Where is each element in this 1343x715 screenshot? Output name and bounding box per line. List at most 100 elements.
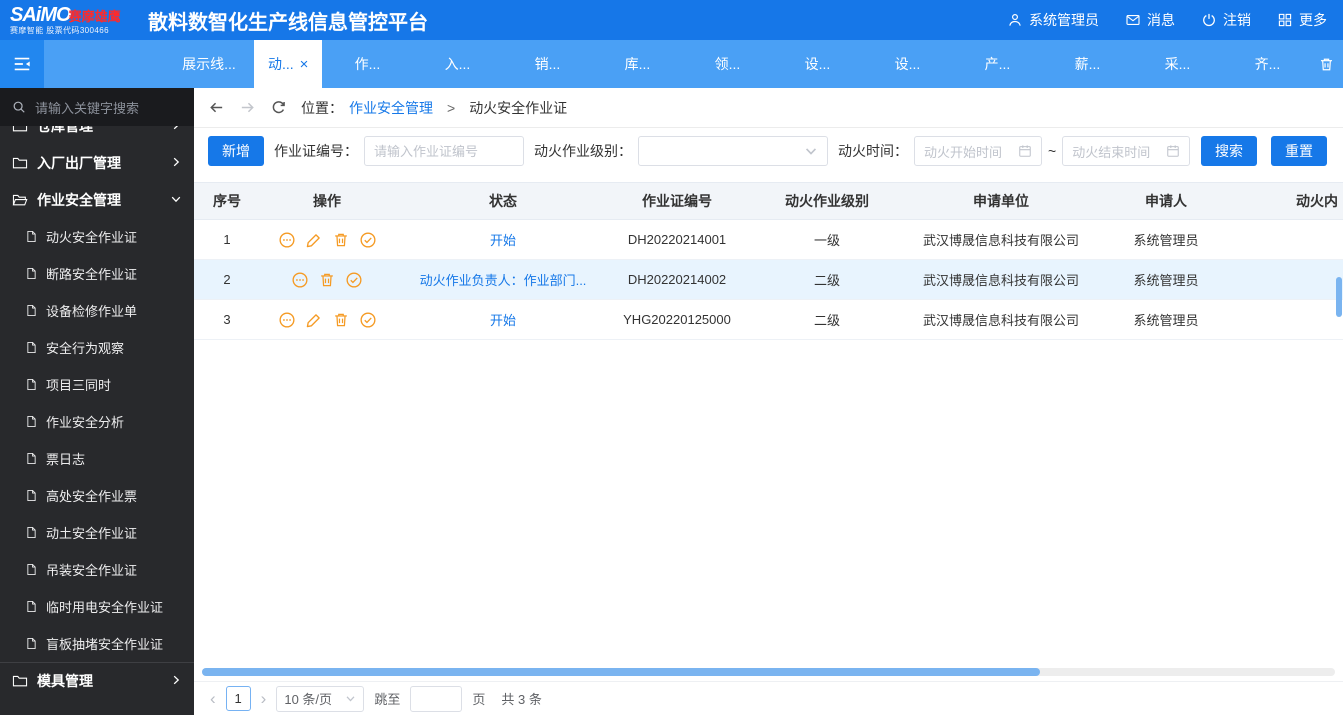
next-page-icon[interactable]: › bbox=[261, 690, 267, 707]
more-icon[interactable] bbox=[291, 271, 309, 289]
status-link[interactable]: 开始 bbox=[490, 310, 516, 329]
sidebar-item[interactable]: 盲板抽堵安全作业证 bbox=[0, 625, 194, 662]
status-link[interactable]: 动火作业负责人：作业部门... bbox=[420, 270, 587, 289]
sidebar-item[interactable]: 高处安全作业票 bbox=[0, 477, 194, 514]
back-icon[interactable] bbox=[208, 99, 225, 116]
end-time-placeholder: 动火结束时间 bbox=[1072, 144, 1151, 160]
data-table: 序号 操作 状态 作业证编号 动火作业级别 申请单位 申请人 动火内 1 开始 DH2022021… bbox=[194, 174, 1343, 681]
column-header: 作业证编号 bbox=[642, 193, 712, 209]
collapse-sidebar-button[interactable] bbox=[0, 40, 44, 88]
sidebar-item[interactable]: 动土安全作业证 bbox=[0, 514, 194, 551]
close-all-tabs-icon[interactable] bbox=[1318, 40, 1335, 88]
more-menu[interactable]: 更多 bbox=[1277, 10, 1327, 30]
logout-button[interactable]: 注销 bbox=[1201, 10, 1251, 30]
reset-button[interactable]: 重置 bbox=[1271, 136, 1327, 166]
breadcrumb-parent-link[interactable]: 作业安全管理 bbox=[349, 98, 433, 118]
folder-icon bbox=[12, 674, 28, 688]
cell-status: 开始 bbox=[394, 300, 612, 339]
cell-extra bbox=[1242, 260, 1343, 299]
approve-icon[interactable] bbox=[359, 311, 377, 329]
messages-button[interactable]: 消息 bbox=[1125, 10, 1175, 30]
start-time-input[interactable]: 动火开始时间 bbox=[914, 136, 1042, 166]
sidebar-item[interactable]: 设备检修作业单 bbox=[0, 292, 194, 329]
sidebar-item[interactable]: 断路安全作业证 bbox=[0, 255, 194, 292]
sidebar-item[interactable]: 项目三同时 bbox=[0, 366, 194, 403]
cert-no-input[interactable] bbox=[364, 136, 524, 166]
document-icon bbox=[25, 637, 38, 650]
breadcrumb-prefix: 位置： bbox=[301, 99, 343, 116]
more-icon[interactable] bbox=[278, 311, 296, 329]
edit-icon[interactable] bbox=[305, 231, 323, 249]
menu-label: 设备检修作业单 bbox=[46, 304, 138, 319]
vertical-scrollbar-thumb[interactable] bbox=[1336, 277, 1342, 317]
sidebar-group[interactable]: 作业安全管理 bbox=[0, 181, 194, 218]
tab-label: 设... bbox=[804, 56, 831, 72]
search-button[interactable]: 搜索 bbox=[1201, 136, 1257, 166]
delete-icon[interactable] bbox=[332, 311, 350, 329]
column-header: 动火作业级别 bbox=[785, 193, 869, 209]
tab-item[interactable]: 产... bbox=[952, 40, 1042, 88]
refresh-icon[interactable] bbox=[270, 99, 287, 116]
sidebar-group[interactable]: 仓库管理 bbox=[0, 126, 194, 144]
tab-item[interactable]: 齐... bbox=[1222, 40, 1312, 88]
sidebar-item[interactable]: 吊装安全作业证 bbox=[0, 551, 194, 588]
edit-icon[interactable] bbox=[305, 311, 323, 329]
tab-label: 库... bbox=[624, 56, 651, 72]
menu-label: 吊装安全作业证 bbox=[46, 563, 138, 578]
tab-close-icon[interactable]: × bbox=[300, 57, 309, 72]
tab-item[interactable]: 库... bbox=[592, 40, 682, 88]
folder-open-icon bbox=[12, 193, 28, 207]
tab-item[interactable]: 领... bbox=[682, 40, 772, 88]
cell-extra bbox=[1242, 300, 1343, 339]
cert-no-input-field[interactable] bbox=[374, 143, 514, 159]
sidebar-search-input[interactable]: 请输入关键字搜索 bbox=[0, 88, 194, 126]
delete-icon[interactable] bbox=[318, 271, 336, 289]
page-size-select[interactable]: 10 条/页 bbox=[276, 685, 365, 712]
forward-icon[interactable] bbox=[239, 99, 256, 116]
search-placeholder: 请输入关键字搜索 bbox=[35, 100, 140, 116]
approve-icon[interactable] bbox=[345, 271, 363, 289]
add-button[interactable]: 新增 bbox=[208, 136, 264, 166]
chevron-right-icon bbox=[170, 155, 182, 171]
tab-item[interactable]: 销... bbox=[502, 40, 592, 88]
tab-item[interactable]: 入... bbox=[412, 40, 502, 88]
table-row: 3 开始 YHG20220125000 二级 武汉博晟信息科技有限公司 系统管理员 bbox=[194, 300, 1343, 340]
horizontal-scrollbar[interactable] bbox=[202, 668, 1335, 676]
more-icon[interactable] bbox=[278, 231, 296, 249]
prev-page-icon[interactable]: ‹ bbox=[210, 690, 216, 707]
end-time-input[interactable]: 动火结束时间 bbox=[1062, 136, 1191, 166]
logo: SAiMO 赛摩雄鹰 赛摩智能 股票代码300466 bbox=[10, 5, 130, 35]
jump-page-input[interactable] bbox=[410, 685, 463, 712]
sidebar-item[interactable]: 临时用电安全作业证 bbox=[0, 588, 194, 625]
tab-item[interactable]: 作... bbox=[322, 40, 412, 88]
tab-label: 领... bbox=[714, 56, 741, 72]
tab-item[interactable]: 设... bbox=[772, 40, 862, 88]
sidebar-item[interactable]: 动火安全作业证 bbox=[0, 218, 194, 255]
tab-item[interactable]: 设... bbox=[862, 40, 952, 88]
approve-icon[interactable] bbox=[359, 231, 377, 249]
sidebar-item[interactable]: 安全行为观察 bbox=[0, 329, 194, 366]
user-menu[interactable]: 系统管理员 bbox=[1007, 10, 1099, 30]
menu-label: 高处安全作业票 bbox=[46, 489, 138, 504]
sidebar-group[interactable]: 模具管理 bbox=[0, 662, 194, 699]
tab-item[interactable]: 薪... bbox=[1042, 40, 1132, 88]
sidebar-item[interactable]: 作业安全分析 bbox=[0, 403, 194, 440]
document-icon bbox=[25, 600, 38, 613]
sidebar-group[interactable]: 入厂出厂管理 bbox=[0, 144, 194, 181]
cell-level: 二级 bbox=[813, 313, 840, 328]
horizontal-scrollbar-thumb[interactable] bbox=[202, 668, 1041, 676]
delete-icon[interactable] bbox=[332, 231, 350, 249]
cell-actions bbox=[260, 260, 394, 299]
logo-text: SAiMO bbox=[10, 4, 72, 26]
tab-item[interactable]: 展示线... bbox=[164, 40, 254, 88]
status-link[interactable]: 开始 bbox=[490, 230, 516, 249]
action-buttons bbox=[278, 311, 377, 329]
tab-active[interactable]: 动... × bbox=[254, 40, 323, 88]
menu-label: 作业安全管理 bbox=[37, 191, 121, 208]
document-icon bbox=[25, 304, 38, 317]
level-select[interactable] bbox=[638, 136, 828, 166]
sidebar-item[interactable]: 票日志 bbox=[0, 440, 194, 477]
tab-item[interactable]: 采... bbox=[1132, 40, 1222, 88]
chevron-right-icon bbox=[170, 126, 182, 134]
page-number-button[interactable]: 1 bbox=[225, 686, 251, 711]
